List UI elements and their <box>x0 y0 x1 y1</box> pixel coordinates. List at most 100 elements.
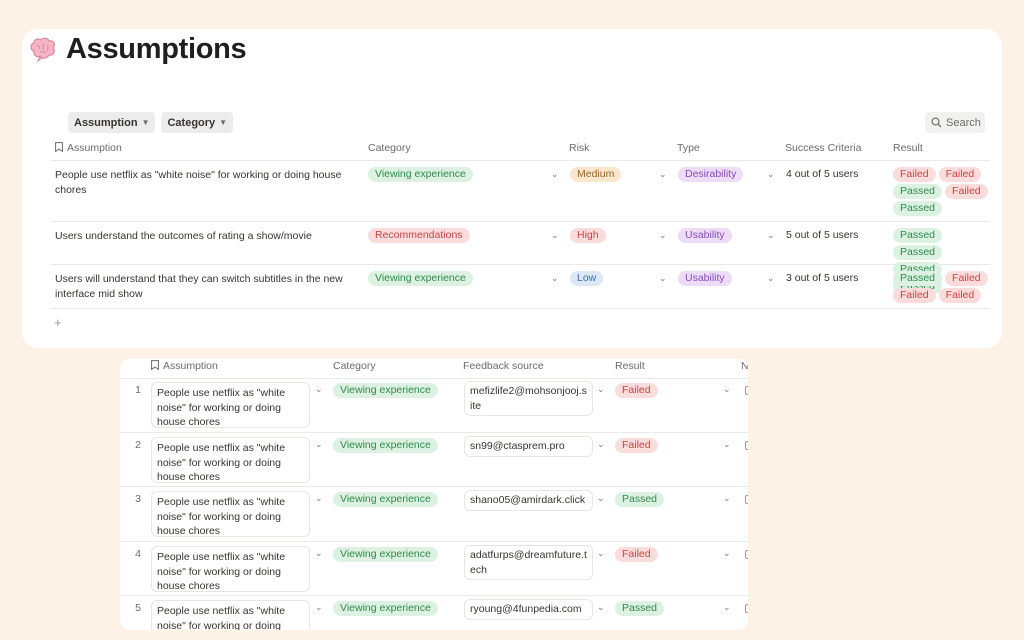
success-criteria[interactable]: 5 out of 5 users <box>786 229 858 241</box>
chevron-down-icon: ▼ <box>219 118 228 127</box>
checkbox[interactable] <box>745 386 748 395</box>
assumption-field[interactable]: People use netflix as "white noise" for … <box>151 491 310 537</box>
assumption-text[interactable]: People use netflix as "white noise" for … <box>55 168 355 198</box>
category-tag[interactable]: Viewing experience <box>368 271 473 286</box>
category-tag[interactable]: Viewing experience <box>333 438 438 453</box>
chevron-down-icon[interactable]: ⌄ <box>597 384 605 395</box>
category-tag[interactable]: Viewing experience <box>333 492 438 507</box>
feedback-source-field[interactable]: ryoung@4funpedia.com <box>464 599 593 620</box>
header-label: Assumption <box>67 142 122 154</box>
type-tag[interactable]: Usability <box>678 271 732 286</box>
checkbox[interactable] <box>745 441 748 450</box>
table-row[interactable]: 4 People use netflix as "white noise" fo… <box>120 542 748 596</box>
header-extra[interactable]: N <box>741 360 748 372</box>
result-tag: Passed <box>893 228 943 243</box>
assumption-text[interactable]: Users understand the outcomes of rating … <box>55 229 355 244</box>
assumption-field[interactable]: People use netflix as "white noise" for … <box>151 437 310 483</box>
chevron-down-icon[interactable]: ⌄ <box>659 230 667 241</box>
add-row-button[interactable]: + <box>54 315 62 330</box>
filter-assumption[interactable]: Assumption ▼ <box>68 112 156 133</box>
risk-tag[interactable]: Low <box>570 271 604 286</box>
chevron-down-icon[interactable]: ⌄ <box>723 384 731 395</box>
header-success-criteria[interactable]: Success Criteria <box>785 142 861 154</box>
header-result[interactable]: Result <box>893 142 923 154</box>
success-criteria[interactable]: 4 out of 5 users <box>786 168 858 180</box>
result-tags[interactable]: Passed Failed Failed Failed <box>893 271 989 303</box>
risk-tag[interactable]: Medium <box>570 167 622 182</box>
checkbox[interactable] <box>745 550 748 559</box>
chevron-down-icon[interactable]: ⌄ <box>315 548 323 559</box>
chevron-down-icon[interactable]: ⌄ <box>659 273 667 284</box>
category-tag[interactable]: Viewing experience <box>368 167 473 182</box>
result-tag: Passed <box>893 271 943 286</box>
assumption-text[interactable]: Users will understand that they can swit… <box>55 272 355 302</box>
chevron-down-icon[interactable]: ⌄ <box>659 169 667 180</box>
header-result[interactable]: Result <box>615 360 645 372</box>
header-type[interactable]: Type <box>677 142 700 154</box>
header-feedback-source[interactable]: Feedback source <box>463 360 544 372</box>
feedback-source-field[interactable]: mefizlife2@mohsonjooj.site <box>464 381 593 416</box>
header-category[interactable]: Category <box>368 142 411 154</box>
result-tag: Passed <box>893 184 943 199</box>
assumption-field[interactable]: People use netflix as "white noise" for … <box>151 546 310 592</box>
chevron-down-icon: ▼ <box>141 118 150 127</box>
header-risk[interactable]: Risk <box>569 142 589 154</box>
chevron-down-icon[interactable]: ⌄ <box>723 602 731 613</box>
assumption-field[interactable]: People use netflix as "white noise" for … <box>151 600 310 630</box>
result-tags[interactable]: Failed Failed Passed Failed Passed <box>893 167 989 216</box>
row-number: 2 <box>135 439 141 451</box>
chevron-down-icon[interactable]: ⌄ <box>551 230 559 241</box>
header-assumption[interactable]: Assumption <box>55 142 122 154</box>
result-tag[interactable]: Failed <box>615 438 658 453</box>
feedback-source-field[interactable]: shano05@amirdark.click <box>464 490 593 511</box>
chevron-down-icon[interactable]: ⌄ <box>767 169 775 180</box>
header-assumption[interactable]: Assumption <box>151 360 218 372</box>
chevron-down-icon[interactable]: ⌄ <box>767 273 775 284</box>
chevron-down-icon[interactable]: ⌄ <box>597 548 605 559</box>
table-row[interactable]: 2 People use netflix as "white noise" fo… <box>120 433 748 487</box>
result-tag[interactable]: Passed <box>615 601 665 616</box>
risk-tag[interactable]: High <box>570 228 606 243</box>
type-tag[interactable]: Usability <box>678 228 732 243</box>
table-row[interactable]: People use netflix as "white noise" for … <box>51 161 990 222</box>
search-button[interactable]: Search <box>925 112 985 133</box>
feedback-source-field[interactable]: sn99@ctasprem.pro <box>464 436 593 457</box>
row-number: 3 <box>135 493 141 505</box>
category-tag[interactable]: Viewing experience <box>333 383 438 398</box>
category-tag[interactable]: Viewing experience <box>333 547 438 562</box>
filter-category[interactable]: Category ▼ <box>161 112 234 133</box>
checkbox[interactable] <box>745 495 748 504</box>
chevron-down-icon[interactable]: ⌄ <box>597 602 605 613</box>
table-row[interactable]: 3 People use netflix as "white noise" fo… <box>120 487 748 542</box>
header-category[interactable]: Category <box>333 360 376 372</box>
table-row[interactable]: 5 People use netflix as "white noise" fo… <box>120 596 748 630</box>
chevron-down-icon[interactable]: ⌄ <box>315 439 323 450</box>
chevron-down-icon[interactable]: ⌄ <box>315 602 323 613</box>
chevron-down-icon[interactable]: ⌄ <box>597 493 605 504</box>
table-row[interactable]: Users will understand that they can swit… <box>51 265 990 309</box>
result-tag[interactable]: Failed <box>615 547 658 562</box>
chevron-down-icon[interactable]: ⌄ <box>597 439 605 450</box>
chevron-down-icon[interactable]: ⌄ <box>723 493 731 504</box>
chevron-down-icon[interactable]: ⌄ <box>315 384 323 395</box>
checkbox[interactable] <box>745 604 748 613</box>
category-tag[interactable]: Recommendations <box>368 228 470 243</box>
table-row[interactable]: Users understand the outcomes of rating … <box>51 222 990 294</box>
type-tag[interactable]: Desirability <box>678 167 744 182</box>
result-tag: Failed <box>938 288 982 303</box>
success-criteria[interactable]: 3 out of 5 users <box>786 272 858 284</box>
chevron-down-icon[interactable]: ⌄ <box>551 169 559 180</box>
result-tag: Passed <box>893 201 943 216</box>
assumption-field[interactable]: People use netflix as "white noise" for … <box>151 382 310 428</box>
chevron-down-icon[interactable]: ⌄ <box>551 273 559 284</box>
chevron-down-icon[interactable]: ⌄ <box>315 493 323 504</box>
chevron-down-icon[interactable]: ⌄ <box>723 548 731 559</box>
feedback-source-field[interactable]: adatfurps@dreamfuture.tech <box>464 545 593 580</box>
category-tag[interactable]: Viewing experience <box>333 601 438 616</box>
result-tag[interactable]: Passed <box>615 492 665 507</box>
table-row[interactable]: 1 People use netflix as "white noise" fo… <box>120 378 748 433</box>
result-tag[interactable]: Failed <box>615 383 658 398</box>
chevron-down-icon[interactable]: ⌄ <box>767 230 775 241</box>
chevron-down-icon[interactable]: ⌄ <box>723 439 731 450</box>
filter-label: Category <box>167 116 216 129</box>
